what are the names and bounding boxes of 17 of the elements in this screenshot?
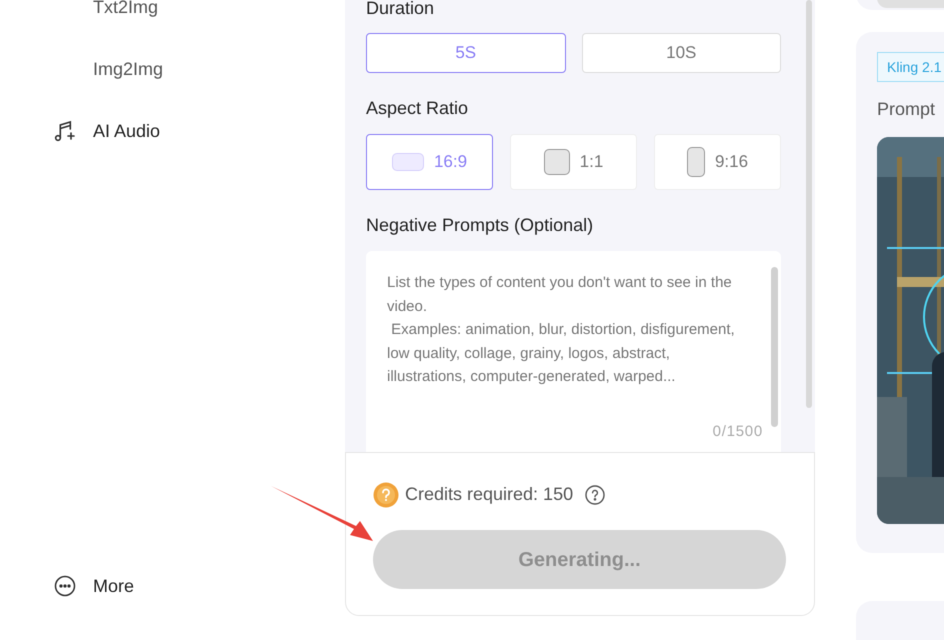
section-label: Negative Prompts (Optional) [366,214,594,236]
section-label: Aspect Ratio [366,97,470,119]
character-counter: 0/1500 [712,422,763,442]
sidebar-item[interactable]: Img2Img [93,57,164,81]
sidebar-item[interactable]: AI Audio [93,119,160,143]
aspect-ratio-option[interactable]: 1:1 [510,134,637,190]
sidebar-item[interactable]: More [93,574,134,598]
prompt-label: Prompt [877,98,936,121]
credits-text: Credits required: 150 [405,483,574,506]
aspect-ratio-option[interactable]: 9:16 [654,134,781,190]
duration-option[interactable]: 10S [582,33,781,73]
section-label: Duration [366,0,436,19]
sidebar-item[interactable]: Txt2Img [93,0,158,19]
aspect-ratio-option[interactable]: 16:9 [366,134,493,190]
negative-prompt-field[interactable]: List the types of content you don't want to see in the video. Examples: animation, blur, distortion, disfigurement, low quality, collage, grainy, logos, abstract, illustrations, computer-generated, warped... 0/1500 [366,251,781,452]
duration-option[interactable]: 5S [366,33,566,73]
model-badge: Kling 2.1 [877,52,944,82]
